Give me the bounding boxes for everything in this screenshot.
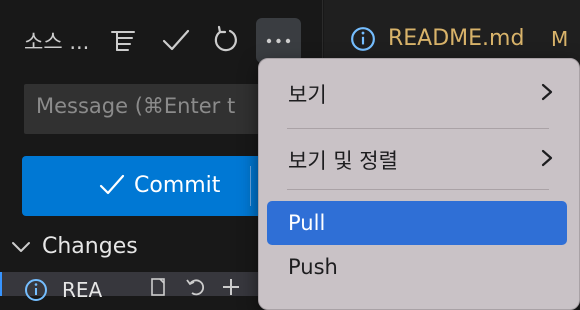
check-icon[interactable] bbox=[160, 24, 192, 56]
list-tree-icon[interactable] bbox=[108, 24, 140, 56]
menu-item-label: 보기 bbox=[288, 83, 327, 107]
menu-item-push[interactable]: Push bbox=[267, 245, 567, 289]
open-file-icon[interactable] bbox=[148, 276, 170, 298]
discard-icon[interactable] bbox=[184, 276, 206, 298]
menu-item-view-sort[interactable]: 보기 및 정렬 bbox=[267, 135, 567, 179]
menu-item-label: Pull bbox=[288, 211, 326, 235]
view-title: 소스 ... bbox=[24, 30, 90, 54]
more-actions-menu: 보기 보기 및 정렬 Pull Push bbox=[258, 58, 580, 310]
menu-item-label: 보기 및 정렬 bbox=[288, 149, 398, 173]
stage-icon[interactable] bbox=[220, 276, 242, 298]
modified-badge: M bbox=[551, 27, 569, 51]
changes-section-header[interactable]: Changes bbox=[10, 234, 138, 259]
menu-separator bbox=[287, 189, 549, 190]
changes-label: Changes bbox=[42, 234, 138, 259]
file-name: REA bbox=[62, 278, 103, 302]
commit-split-divider bbox=[250, 166, 251, 206]
more-icon bbox=[266, 38, 291, 44]
tab-label: README.md bbox=[388, 26, 525, 51]
chevron-down-icon bbox=[12, 241, 30, 252]
menu-item-pull[interactable]: Pull bbox=[267, 201, 567, 245]
more-actions-button[interactable] bbox=[256, 18, 301, 63]
menu-item-view[interactable]: 보기 bbox=[267, 69, 567, 113]
info-icon bbox=[351, 27, 375, 51]
commit-label: Commit bbox=[134, 172, 221, 198]
refresh-icon[interactable] bbox=[210, 24, 242, 56]
menu-separator bbox=[287, 128, 549, 129]
chevron-right-icon bbox=[541, 83, 553, 101]
chevron-right-icon bbox=[541, 149, 553, 167]
info-icon bbox=[25, 279, 47, 301]
menu-item-label: Push bbox=[288, 255, 338, 279]
check-icon bbox=[99, 174, 125, 195]
